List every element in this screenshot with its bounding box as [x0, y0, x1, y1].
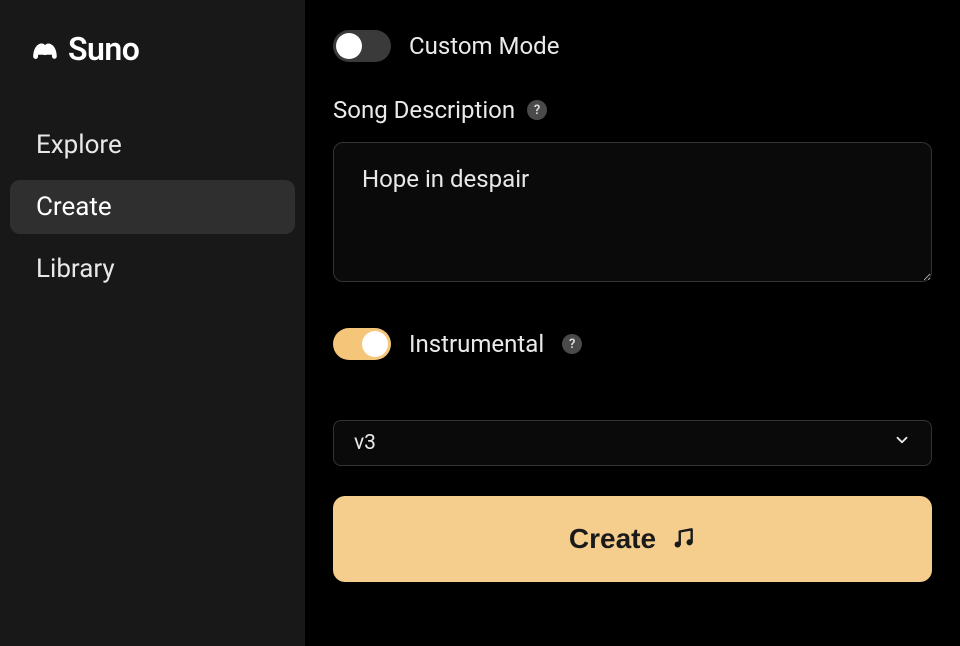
toggle-knob-icon — [362, 331, 388, 357]
instrumental-toggle[interactable] — [333, 328, 391, 360]
sidebar-nav: Explore Create Library — [10, 118, 295, 296]
instrumental-row: Instrumental ? — [333, 328, 932, 360]
instrumental-label: Instrumental — [409, 330, 544, 358]
toggle-knob-icon — [336, 33, 362, 59]
sidebar: Suno Explore Create Library — [0, 0, 305, 646]
brand-name: Suno — [68, 30, 139, 68]
help-icon[interactable]: ? — [527, 100, 547, 120]
sidebar-item-library[interactable]: Library — [10, 242, 295, 296]
song-description-input[interactable] — [333, 142, 932, 282]
sidebar-item-create[interactable]: Create — [10, 180, 295, 234]
help-icon[interactable]: ? — [562, 334, 582, 354]
custom-mode-label: Custom Mode — [409, 32, 559, 60]
chevron-down-icon — [893, 431, 911, 455]
model-selected-value: v3 — [354, 431, 376, 455]
song-description-label-row: Song Description ? — [333, 96, 932, 124]
model-select[interactable]: v3 — [333, 420, 932, 466]
custom-mode-toggle[interactable] — [333, 30, 391, 62]
sidebar-item-explore[interactable]: Explore — [10, 118, 295, 172]
create-button-label: Create — [569, 523, 656, 555]
brand-logo[interactable]: Suno — [10, 30, 295, 68]
create-button[interactable]: Create — [333, 496, 932, 582]
custom-mode-row: Custom Mode — [333, 30, 932, 62]
song-description-label: Song Description — [333, 96, 515, 124]
suno-logo-icon — [30, 34, 60, 64]
create-panel: Custom Mode Song Description ? Instrumen… — [305, 0, 960, 646]
music-note-icon — [670, 525, 696, 554]
model-select-wrap: v3 — [333, 420, 932, 466]
